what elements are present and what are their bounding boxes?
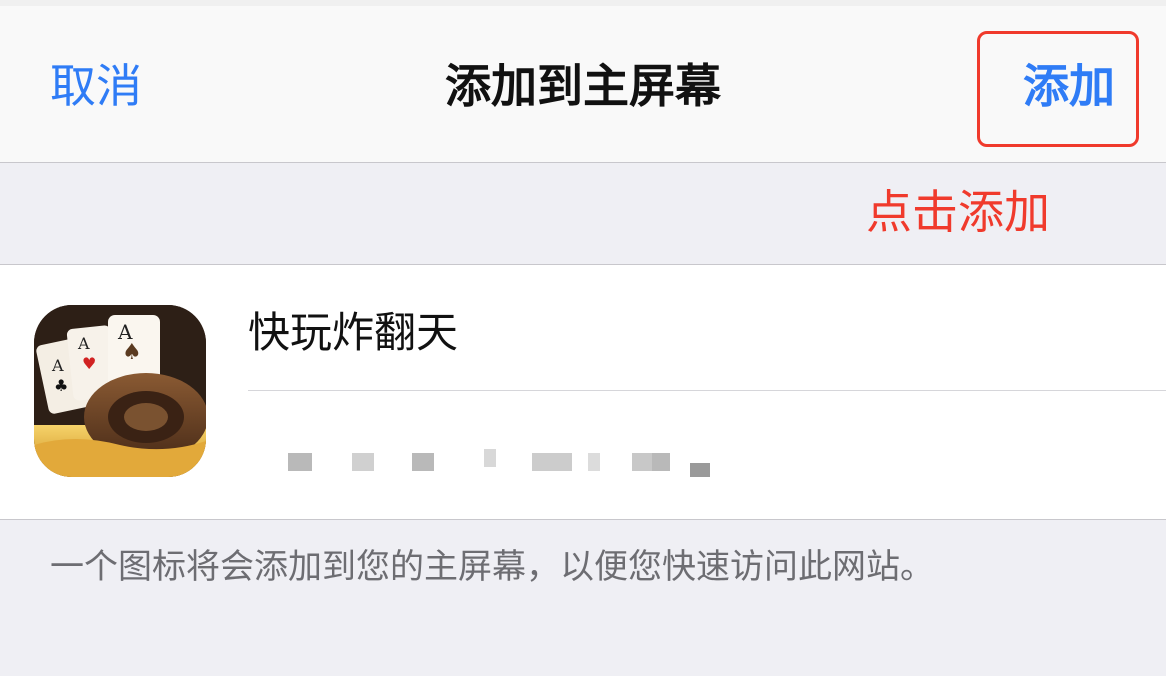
svg-text:♥: ♥	[82, 354, 96, 373]
click-add-hint: 点击添加	[866, 185, 1050, 239]
app-icon-art: A A A ♣ ♥ ♠	[34, 305, 206, 477]
url-field-pixelated	[248, 425, 728, 485]
app-info-card: A A A ♣ ♥ ♠ 快玩炸翻天	[0, 264, 1166, 520]
top-strip	[0, 0, 1166, 6]
separator	[248, 390, 1166, 391]
svg-text:A: A	[77, 334, 90, 353]
svg-text:A: A	[51, 356, 64, 375]
add-button-highlight	[977, 31, 1139, 147]
navigation-bar: 添加到主屏幕 取消 添加	[0, 0, 1166, 163]
svg-text:♣: ♣	[54, 376, 68, 395]
cancel-button[interactable]: 取消	[50, 56, 142, 116]
app-name-field[interactable]: 快玩炸翻天	[248, 305, 458, 361]
footer-description: 一个图标将会添加到您的主屏幕，以便您快速访问此网站。	[50, 547, 934, 587]
svg-text:♠: ♠	[122, 340, 142, 365]
poker-game-app-icon: A A A ♣ ♥ ♠	[34, 305, 206, 477]
